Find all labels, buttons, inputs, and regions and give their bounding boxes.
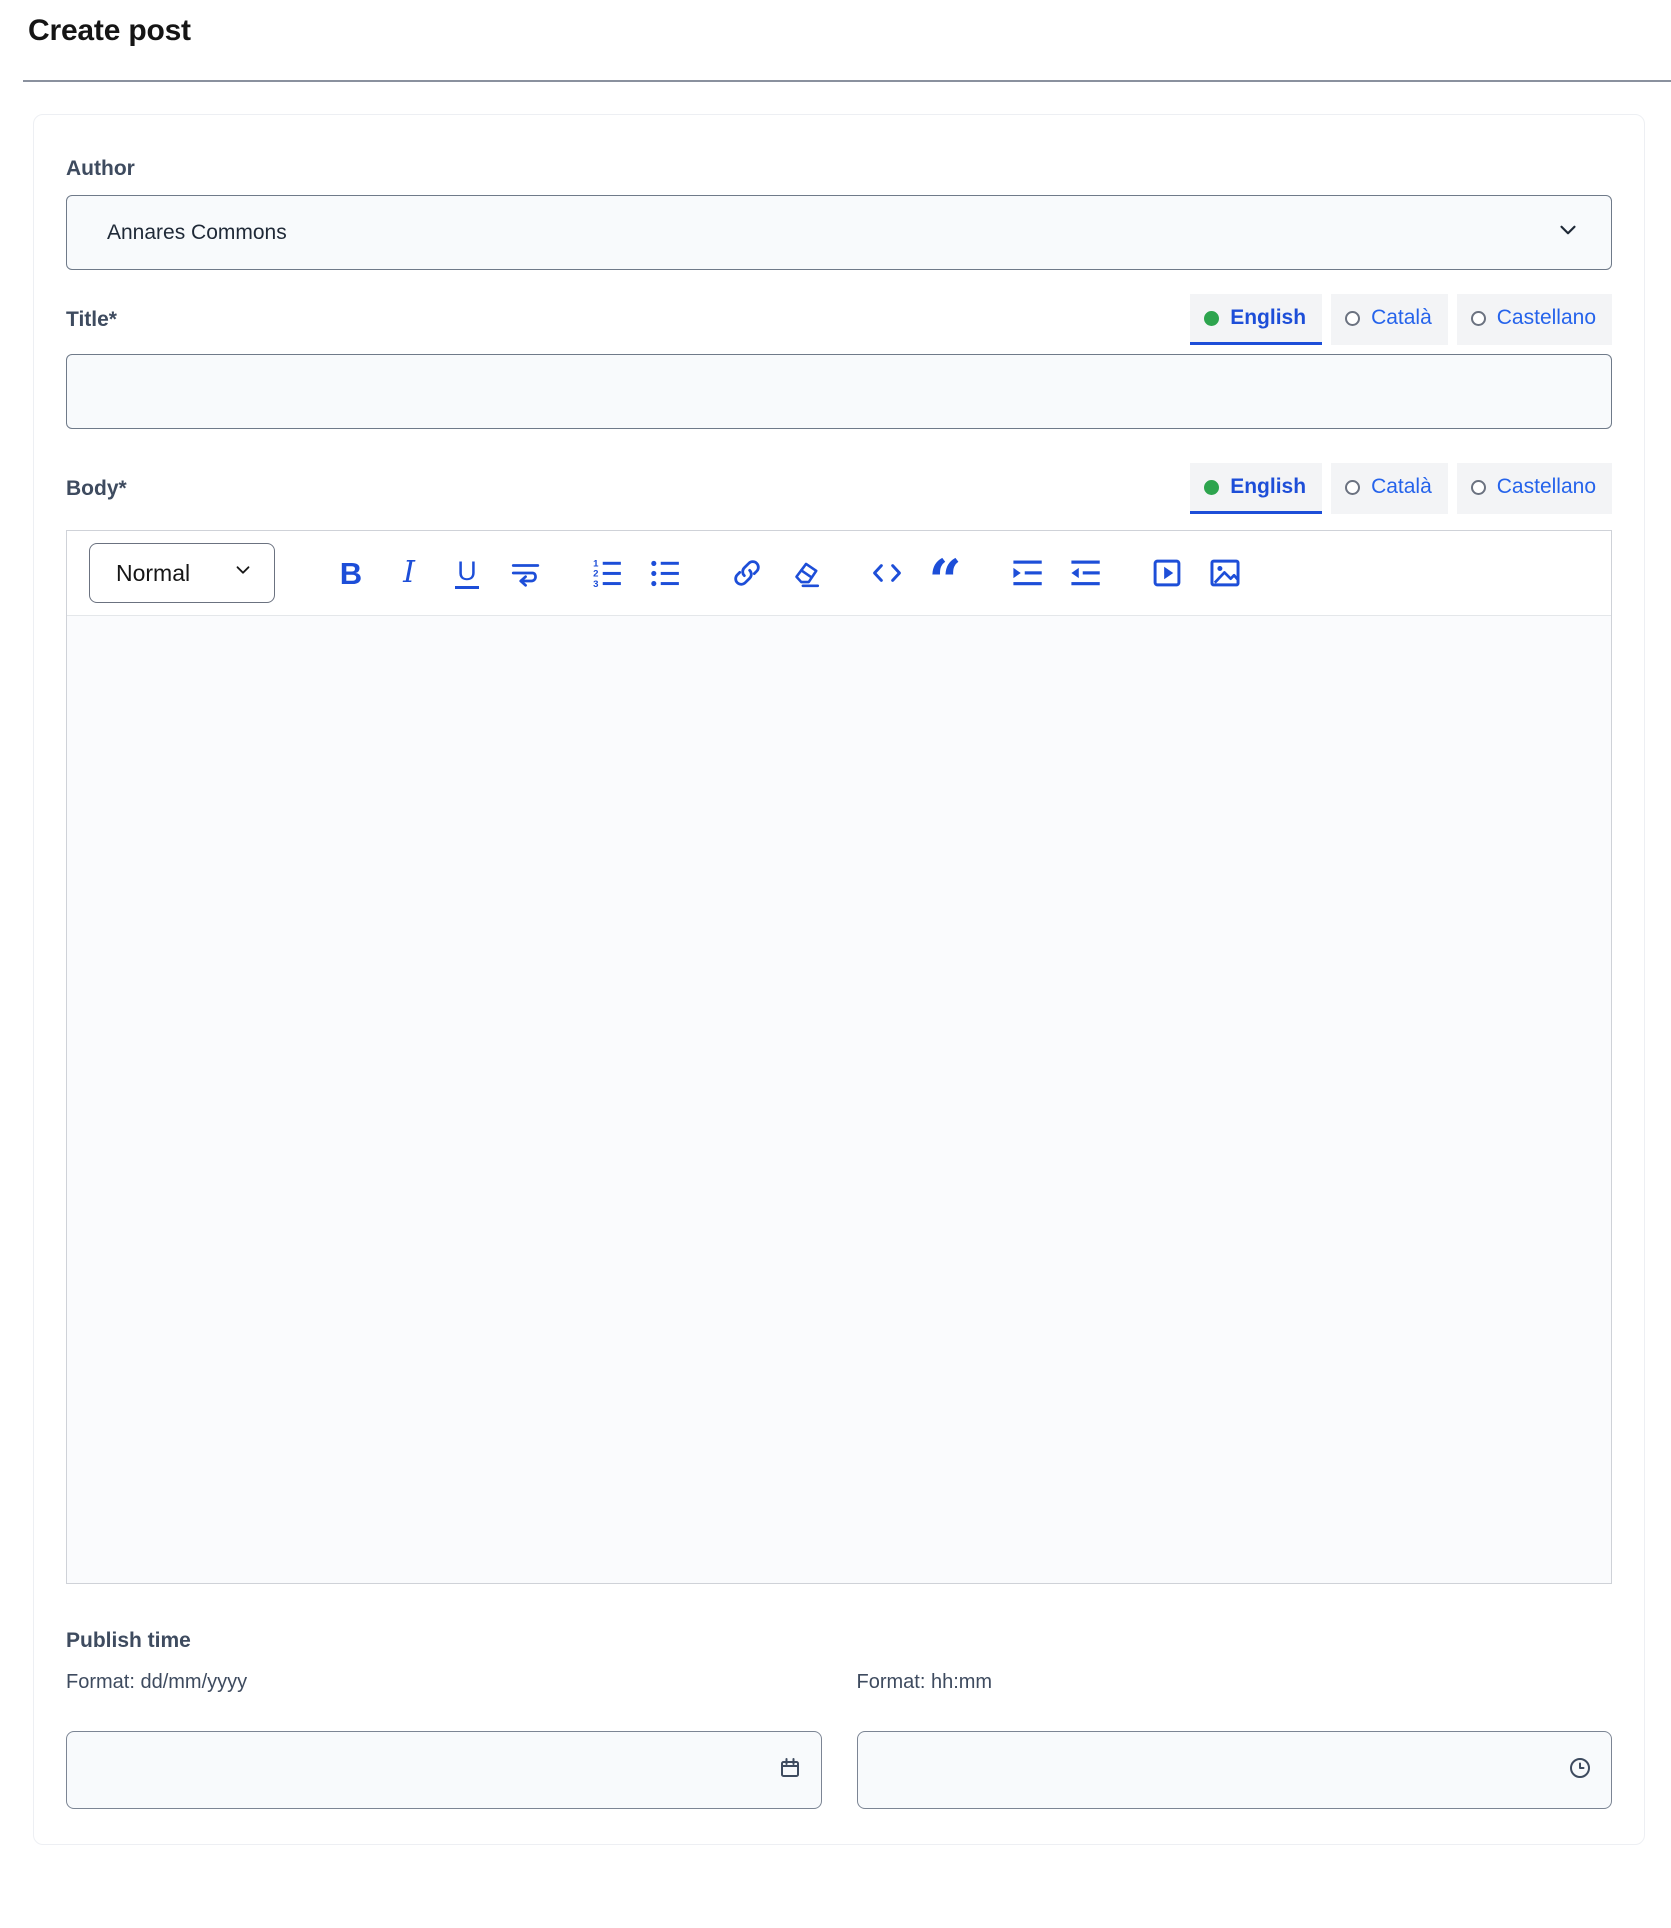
tab-language-catala[interactable]: Català — [1331, 294, 1448, 345]
tab-language-castellano[interactable]: Castellano — [1457, 294, 1612, 345]
clear-format-icon[interactable] — [787, 555, 823, 591]
hard-break-icon[interactable] — [507, 555, 543, 591]
body-editor-content[interactable] — [67, 615, 1611, 1583]
format-select-value: Normal — [116, 560, 190, 587]
tab-label: Català — [1371, 475, 1432, 499]
tab-language-castellano[interactable]: Castellano — [1457, 463, 1612, 514]
ordered-list-icon[interactable]: 1 2 3 — [589, 555, 625, 591]
tab-language-catala[interactable]: Català — [1331, 463, 1448, 514]
title-label: Title* — [66, 308, 117, 332]
bullet-list-icon[interactable] — [647, 555, 683, 591]
outdent-icon[interactable] — [1067, 555, 1103, 591]
underline-icon[interactable]: U — [449, 555, 485, 591]
chevron-down-icon — [232, 559, 254, 587]
author-selected-value: Annares Commons — [107, 221, 287, 245]
tab-language-english[interactable]: English — [1190, 463, 1322, 514]
author-select[interactable]: Annares Commons — [66, 195, 1612, 270]
untranslated-indicator-icon — [1471, 311, 1486, 326]
clock-icon[interactable] — [1568, 1756, 1592, 1785]
indent-icon[interactable] — [1009, 555, 1045, 591]
body-language-tabs: English Català Castellano — [1190, 463, 1612, 514]
tab-label: Castellano — [1497, 475, 1596, 499]
body-label: Body* — [66, 477, 127, 501]
calendar-icon[interactable] — [778, 1756, 802, 1785]
tab-label: Català — [1371, 306, 1432, 330]
chevron-down-icon — [1555, 217, 1581, 249]
tab-label: Castellano — [1497, 306, 1596, 330]
untranslated-indicator-icon — [1471, 480, 1486, 495]
editor-toolbar: Normal B I U — [67, 531, 1611, 615]
untranslated-indicator-icon — [1345, 480, 1360, 495]
author-label: Author — [66, 157, 1612, 181]
tab-language-english[interactable]: English — [1190, 294, 1322, 345]
link-icon[interactable] — [729, 555, 765, 591]
untranslated-indicator-icon — [1345, 311, 1360, 326]
publish-time-input[interactable] — [857, 1731, 1613, 1809]
bold-icon[interactable]: B — [333, 555, 369, 591]
publish-date-input[interactable] — [66, 1731, 822, 1809]
publish-time-section: Publish time Format: dd/mm/yyyy — [66, 1629, 1612, 1809]
tab-label: English — [1230, 475, 1306, 499]
title-input[interactable] — [66, 354, 1612, 429]
create-post-form-card: Author Annares Commons Title* English Ca… — [33, 114, 1645, 1845]
header-divider — [23, 80, 1671, 82]
rich-text-editor: Normal B I U — [66, 530, 1612, 1584]
page-title: Create post — [28, 14, 1671, 48]
code-icon[interactable] — [869, 555, 905, 591]
translated-indicator-icon — [1204, 480, 1219, 495]
publish-time-label: Publish time — [66, 1629, 1612, 1653]
time-format-hint: Format: hh:mm — [857, 1671, 1613, 1694]
video-icon[interactable] — [1149, 555, 1185, 591]
date-format-hint: Format: dd/mm/yyyy — [66, 1671, 822, 1694]
tab-label: English — [1230, 306, 1306, 330]
paragraph-format-select[interactable]: Normal — [89, 543, 275, 603]
blockquote-icon[interactable]: “ — [927, 555, 963, 591]
translated-indicator-icon — [1204, 311, 1219, 326]
title-language-tabs: English Català Castellano — [1190, 294, 1612, 345]
italic-icon[interactable]: I — [391, 555, 427, 591]
svg-text:3: 3 — [593, 579, 598, 589]
image-icon[interactable] — [1207, 555, 1243, 591]
